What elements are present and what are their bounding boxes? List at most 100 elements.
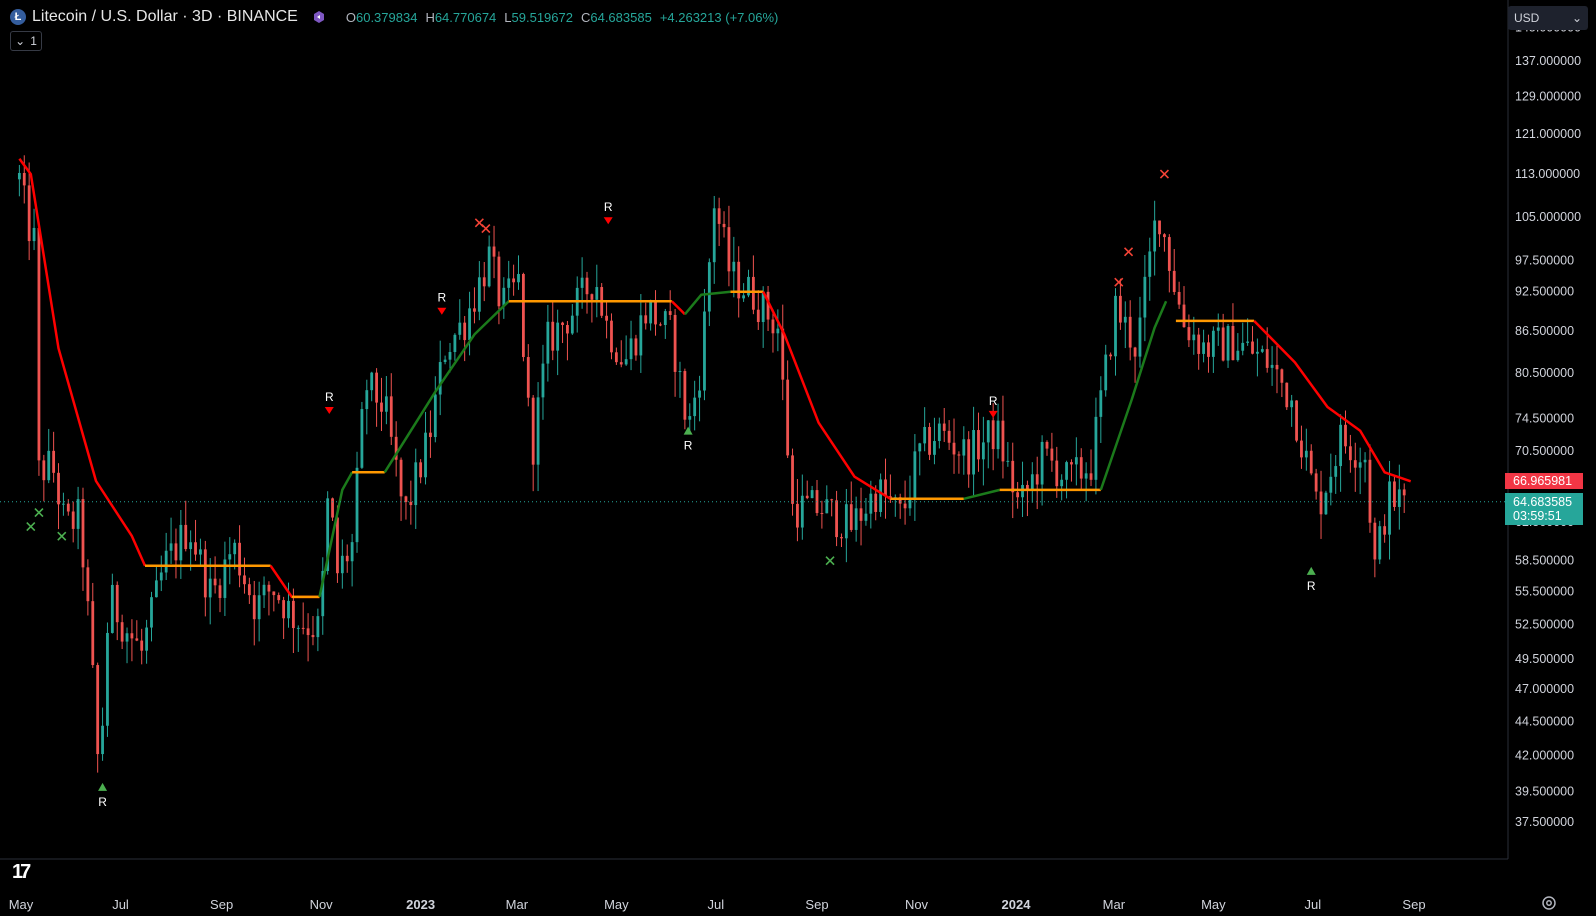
candle-body xyxy=(717,208,721,224)
price-tick-label: 37.500000 xyxy=(1515,815,1574,829)
candle-body xyxy=(1158,220,1161,235)
candle-body xyxy=(1133,347,1137,357)
candle-body xyxy=(1383,526,1387,535)
candle-body xyxy=(1334,466,1338,477)
cross-marker xyxy=(57,531,67,541)
symbol-title[interactable]: Litecoin / U.S. Dollar · 3D · BINANCE xyxy=(32,8,298,26)
candle-body xyxy=(487,246,491,287)
candle-body xyxy=(414,462,418,506)
candle-body xyxy=(923,426,927,444)
candle-body xyxy=(796,503,799,528)
signal-markers: R R R R R R R xyxy=(26,169,1316,809)
gear-icon[interactable] xyxy=(1541,895,1557,911)
buy-triangle-marker xyxy=(98,782,108,791)
candle-body xyxy=(947,430,951,443)
trail-segment-green xyxy=(383,300,510,473)
candle-body xyxy=(859,508,863,521)
cross-marker xyxy=(34,507,44,518)
candle-body xyxy=(433,394,437,438)
candle-body xyxy=(1138,317,1142,357)
candle-body xyxy=(991,420,995,450)
candle-body xyxy=(1172,270,1176,292)
candle-body xyxy=(81,499,85,568)
candle-body xyxy=(145,627,148,651)
price-tick-label: 113.000000 xyxy=(1515,167,1580,181)
candle-body xyxy=(1211,330,1215,357)
candle-body xyxy=(336,517,339,574)
candle-body xyxy=(468,308,471,341)
currency-select[interactable]: USD ⌄ xyxy=(1508,6,1588,30)
time-tick-label: 2024 xyxy=(1002,897,1032,912)
price-tick-label: 86.500000 xyxy=(1515,324,1574,338)
candle-body xyxy=(756,309,760,323)
candle-body xyxy=(355,467,359,543)
tradingview-logo[interactable]: 17 xyxy=(12,861,31,884)
time-tick-label: 2023 xyxy=(406,897,435,912)
candle-body xyxy=(1118,295,1122,323)
candle-body xyxy=(1368,459,1372,523)
price-tick-label: 97.500000 xyxy=(1515,254,1574,268)
price-tick-label: 58.500000 xyxy=(1515,554,1574,568)
candle-body xyxy=(424,432,427,478)
time-axis[interactable]: May Jul Sep Nov 2023 Mar May Jul Sep Nov 2024 Mar Ma… xyxy=(9,897,1426,912)
candle-body xyxy=(864,513,868,521)
indicator-price-tag: 66.965981 xyxy=(1505,473,1583,490)
candle-body xyxy=(316,616,320,638)
trail-segment-red xyxy=(269,564,320,599)
candle-body xyxy=(825,499,829,514)
candle-body xyxy=(1128,316,1132,348)
time-tick-label: Jul xyxy=(708,897,725,912)
candle-body xyxy=(497,256,501,307)
candle-body xyxy=(1104,354,1108,391)
candle-body xyxy=(301,627,305,629)
candle-body xyxy=(1348,446,1352,461)
candle-body xyxy=(1187,327,1191,341)
candle-body xyxy=(164,550,168,573)
candle-body xyxy=(37,227,41,461)
candle-body xyxy=(91,601,95,666)
price-axis[interactable]: 145.000000137.000000129.000000121.000000… xyxy=(1515,21,1581,829)
candle-body xyxy=(1358,462,1362,468)
signal-label: R xyxy=(98,795,107,809)
indicators-toggle-button[interactable]: ⌄ 1 xyxy=(10,31,42,51)
trail-segment-green xyxy=(1099,300,1168,491)
candle-body xyxy=(1114,295,1117,357)
candle-body xyxy=(536,397,540,465)
candle-body xyxy=(463,322,467,341)
chevron-down-icon: ⌄ xyxy=(15,34,26,48)
candle-body xyxy=(791,455,794,504)
ohlc-values: O60.379834 H64.770674 L59.519672 C64.683… xyxy=(346,10,779,25)
candle-body xyxy=(174,543,178,561)
candle-body xyxy=(1001,420,1005,462)
candle-body xyxy=(732,261,736,272)
time-tick-label: Sep xyxy=(1402,897,1425,912)
price-chart[interactable]: RRRRRRR 145.000000137.000000129.00000012… xyxy=(0,0,1596,916)
candle-body xyxy=(1074,457,1078,465)
cross-marker xyxy=(1123,247,1134,257)
price-tick-label: 49.500000 xyxy=(1515,652,1574,666)
candle-body xyxy=(595,287,599,300)
candle-body xyxy=(1109,354,1113,357)
candle-body xyxy=(844,504,848,539)
candle-body xyxy=(1275,364,1279,370)
candle-body xyxy=(140,640,144,651)
litecoin-icon[interactable]: Ł xyxy=(10,9,26,25)
candle-body xyxy=(1006,460,1010,462)
candle-body xyxy=(531,397,535,465)
candle-body xyxy=(1300,440,1303,458)
broker-icon[interactable] xyxy=(312,10,326,24)
candle-body xyxy=(453,334,457,353)
candle-body xyxy=(1040,441,1044,485)
candle-body xyxy=(722,223,726,228)
trail-segment-red xyxy=(670,300,686,316)
time-tick-label: Jul xyxy=(1305,897,1322,912)
candle-body xyxy=(345,555,349,562)
candle-body xyxy=(840,537,843,539)
candle-body xyxy=(110,584,114,633)
time-tick-label: Sep xyxy=(805,897,828,912)
candle-body xyxy=(154,580,158,598)
cross-marker xyxy=(481,223,491,234)
candle-body xyxy=(76,499,80,529)
candle-body xyxy=(507,278,511,288)
candle-body xyxy=(287,600,290,619)
